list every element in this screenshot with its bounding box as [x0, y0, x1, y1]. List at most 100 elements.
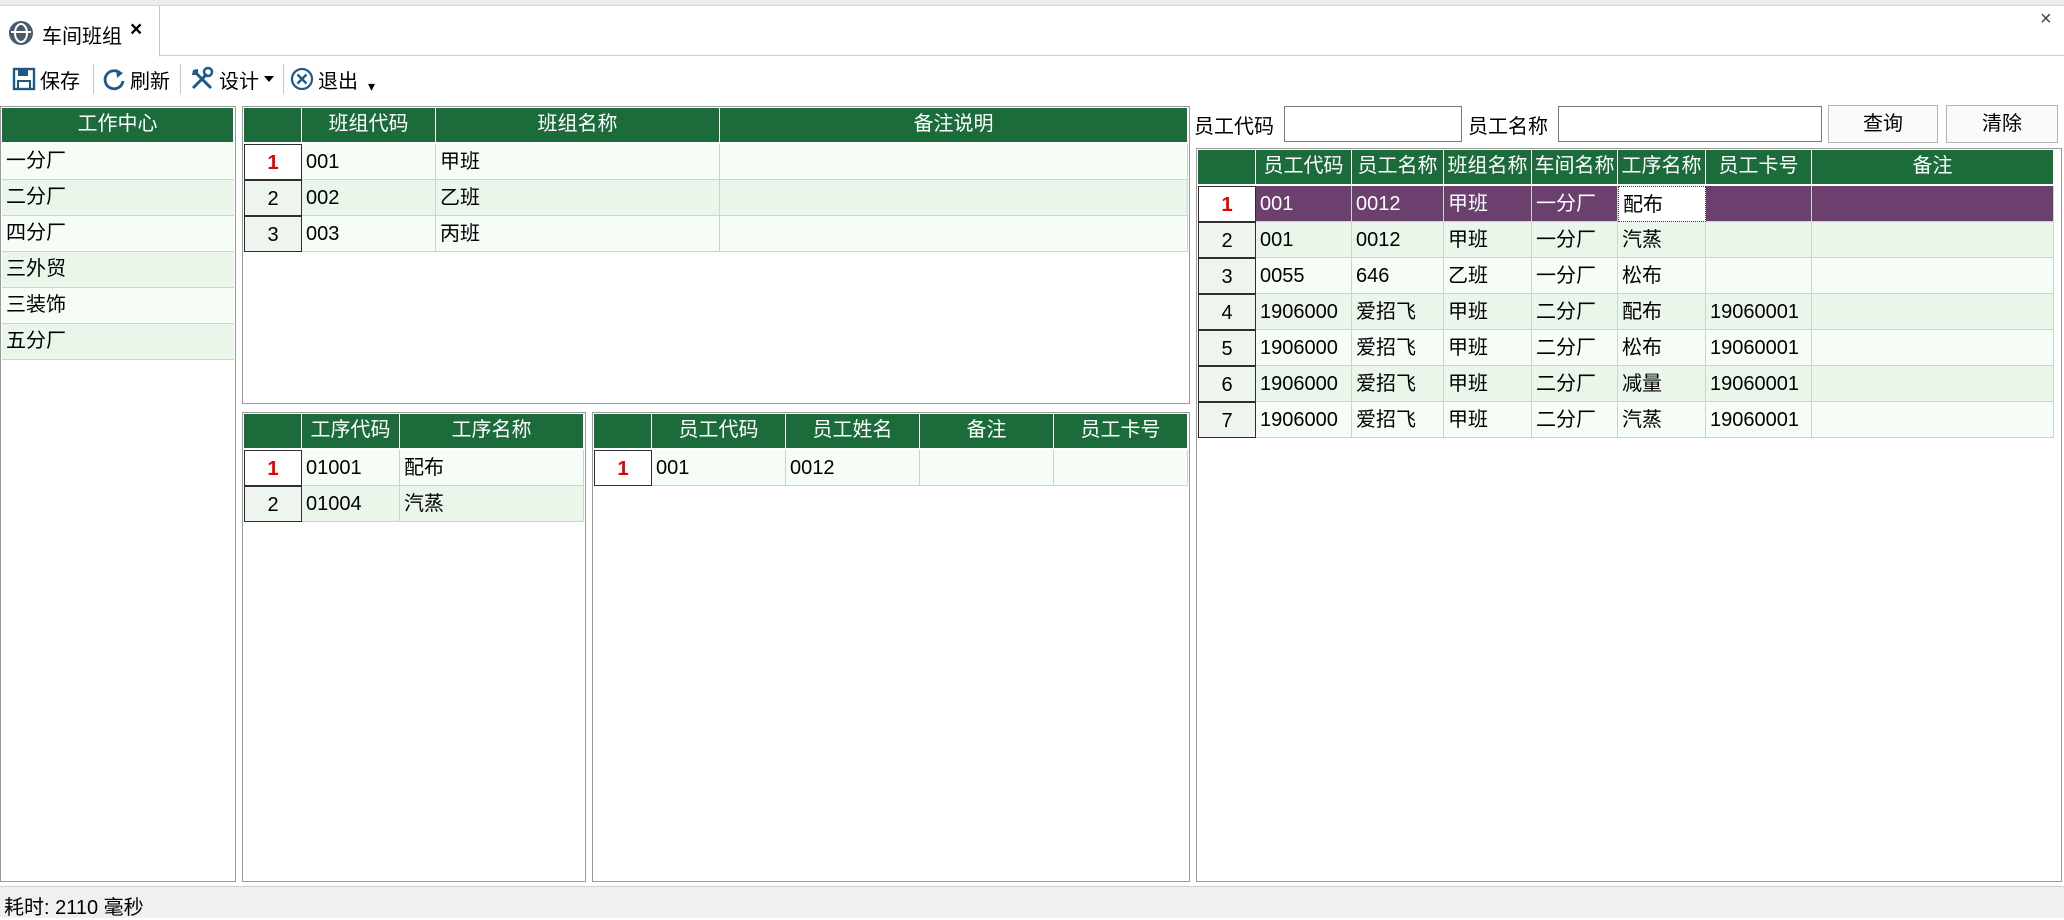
emp-card-cell[interactable] [1706, 186, 1812, 222]
clear-button[interactable]: 清除 [1946, 105, 2058, 143]
emp-process-cell[interactable]: 减量 [1618, 366, 1706, 402]
group-note-cell[interactable] [720, 216, 1188, 252]
col-emp-card[interactable]: 员工卡号 [1706, 150, 1812, 184]
emp-note-cell[interactable] [1812, 402, 2054, 438]
col-emp-group[interactable]: 班组名称 [1444, 150, 1532, 184]
emp-name-input[interactable] [1558, 106, 1822, 142]
emp-process-cell[interactable]: 汽蒸 [1618, 222, 1706, 258]
col-process-code[interactable]: 工序代码 [302, 414, 400, 448]
col-member-note[interactable]: 备注 [920, 414, 1054, 448]
emp-workshop-cell[interactable]: 二分厂 [1532, 402, 1618, 438]
emp-name-cell[interactable]: 0012 [1352, 222, 1444, 258]
group-name-cell[interactable]: 丙班 [436, 216, 720, 252]
refresh-button[interactable]: 刷新 [102, 64, 170, 94]
table-row[interactable]: 2 002 乙班 [244, 180, 1188, 216]
emp-group-cell[interactable]: 甲班 [1444, 330, 1532, 366]
save-button[interactable]: 保存 [12, 64, 80, 94]
workcenter-item[interactable]: 四分厂 [2, 216, 234, 252]
emp-name-cell[interactable]: 爱招飞 [1352, 294, 1444, 330]
emp-card-cell[interactable]: 19060001 [1706, 366, 1812, 402]
emp-card-cell[interactable]: 19060001 [1706, 402, 1812, 438]
emp-name-cell[interactable]: 646 [1352, 258, 1444, 294]
emp-code-cell[interactable]: 1906000 [1256, 402, 1352, 438]
col-emp-code[interactable]: 员工代码 [1256, 150, 1352, 184]
emp-workshop-cell[interactable]: 一分厂 [1532, 258, 1618, 294]
group-name-cell[interactable]: 甲班 [436, 144, 720, 180]
emp-process-cell[interactable]: 松布 [1618, 258, 1706, 294]
process-name-cell[interactable]: 汽蒸 [400, 486, 584, 522]
emp-group-cell[interactable]: 甲班 [1444, 366, 1532, 402]
table-row[interactable]: 1 001 0012 [594, 450, 1188, 486]
emp-workshop-cell[interactable]: 二分厂 [1532, 330, 1618, 366]
emp-name-cell[interactable]: 0012 [1352, 186, 1444, 222]
table-row[interactable]: 2 01004 汽蒸 [244, 486, 584, 522]
emp-code-cell[interactable]: 1906000 [1256, 294, 1352, 330]
emp-process-cell[interactable]: 汽蒸 [1618, 402, 1706, 438]
emp-group-cell[interactable]: 甲班 [1444, 186, 1532, 222]
col-member-code[interactable]: 员工代码 [652, 414, 786, 448]
col-emp-process[interactable]: 工序名称 [1618, 150, 1706, 184]
emp-note-cell[interactable] [1812, 222, 2054, 258]
design-button[interactable]: 设计 [189, 64, 275, 94]
toolbar-overflow-icon[interactable]: ▾ [368, 78, 375, 95]
emp-code-cell[interactable]: 001 [1256, 222, 1352, 258]
workcenter-item[interactable]: 三外贸 [2, 252, 234, 288]
emp-card-cell[interactable]: 19060001 [1706, 294, 1812, 330]
emp-workshop-cell[interactable]: 一分厂 [1532, 222, 1618, 258]
query-button[interactable]: 查询 [1828, 105, 1938, 143]
process-code-cell[interactable]: 01001 [302, 450, 400, 486]
emp-name-cell[interactable]: 爱招飞 [1352, 366, 1444, 402]
col-emp-workshop[interactable]: 车间名称 [1532, 150, 1618, 184]
group-code-cell[interactable]: 003 [302, 216, 436, 252]
emp-name-cell[interactable]: 爱招飞 [1352, 330, 1444, 366]
emp-note-cell[interactable] [1812, 294, 2054, 330]
process-code-cell[interactable]: 01004 [302, 486, 400, 522]
col-process-name[interactable]: 工序名称 [400, 414, 584, 448]
table-row[interactable]: 6 1906000 爱招飞 甲班 二分厂 减量 19060001 [1198, 366, 2054, 402]
col-member-name[interactable]: 员工姓名 [786, 414, 920, 448]
emp-workshop-cell[interactable]: 二分厂 [1532, 366, 1618, 402]
table-row[interactable]: 7 1906000 爱招飞 甲班 二分厂 汽蒸 19060001 [1198, 402, 2054, 438]
emp-code-cell[interactable]: 001 [1256, 186, 1352, 222]
workcenter-item[interactable]: 一分厂 [2, 144, 234, 180]
emp-note-cell[interactable] [1812, 258, 2054, 294]
emp-group-cell[interactable]: 甲班 [1444, 294, 1532, 330]
table-row[interactable]: 1 01001 配布 [244, 450, 584, 486]
table-row[interactable]: 3 0055 646 乙班 一分厂 松布 [1198, 258, 2054, 294]
emp-workshop-cell[interactable]: 一分厂 [1532, 186, 1618, 222]
emp-code-input[interactable] [1284, 106, 1462, 142]
emp-code-cell[interactable]: 1906000 [1256, 366, 1352, 402]
col-member-card[interactable]: 员工卡号 [1054, 414, 1188, 448]
group-code-cell[interactable]: 001 [302, 144, 436, 180]
group-note-cell[interactable] [720, 144, 1188, 180]
emp-card-cell[interactable] [1706, 222, 1812, 258]
tab-close-icon[interactable]: × [130, 18, 142, 42]
table-row[interactable]: 3 003 丙班 [244, 216, 1188, 252]
emp-process-cell[interactable]: 配布 [1618, 294, 1706, 330]
workcenter-item[interactable]: 三装饰 [2, 288, 234, 324]
window-close-icon[interactable]: × [2040, 8, 2052, 31]
table-row[interactable]: 4 1906000 爱招飞 甲班 二分厂 配布 19060001 [1198, 294, 2054, 330]
emp-name-cell[interactable]: 爱招飞 [1352, 402, 1444, 438]
member-note-cell[interactable] [920, 450, 1054, 486]
member-card-cell[interactable] [1054, 450, 1188, 486]
emp-card-cell[interactable] [1706, 258, 1812, 294]
emp-card-cell[interactable]: 19060001 [1706, 330, 1812, 366]
emp-process-cell[interactable]: 配布 [1618, 186, 1706, 222]
workcenter-item[interactable]: 五分厂 [2, 324, 234, 360]
emp-note-cell[interactable] [1812, 366, 2054, 402]
member-code-cell[interactable]: 001 [652, 450, 786, 486]
workcenter-item[interactable]: 二分厂 [2, 180, 234, 216]
emp-workshop-cell[interactable]: 二分厂 [1532, 294, 1618, 330]
emp-process-cell[interactable]: 松布 [1618, 330, 1706, 366]
emp-code-cell[interactable]: 0055 [1256, 258, 1352, 294]
table-row[interactable]: 2 001 0012 甲班 一分厂 汽蒸 [1198, 222, 2054, 258]
table-row[interactable]: 1 001 甲班 [244, 144, 1188, 180]
emp-group-cell[interactable]: 甲班 [1444, 222, 1532, 258]
emp-code-cell[interactable]: 1906000 [1256, 330, 1352, 366]
group-note-cell[interactable] [720, 180, 1188, 216]
exit-button[interactable]: 退出 [290, 64, 358, 94]
col-group-name[interactable]: 班组名称 [436, 108, 720, 142]
table-row[interactable]: 1 001 0012 甲班 一分厂 配布 [1198, 186, 2054, 222]
group-code-cell[interactable]: 002 [302, 180, 436, 216]
